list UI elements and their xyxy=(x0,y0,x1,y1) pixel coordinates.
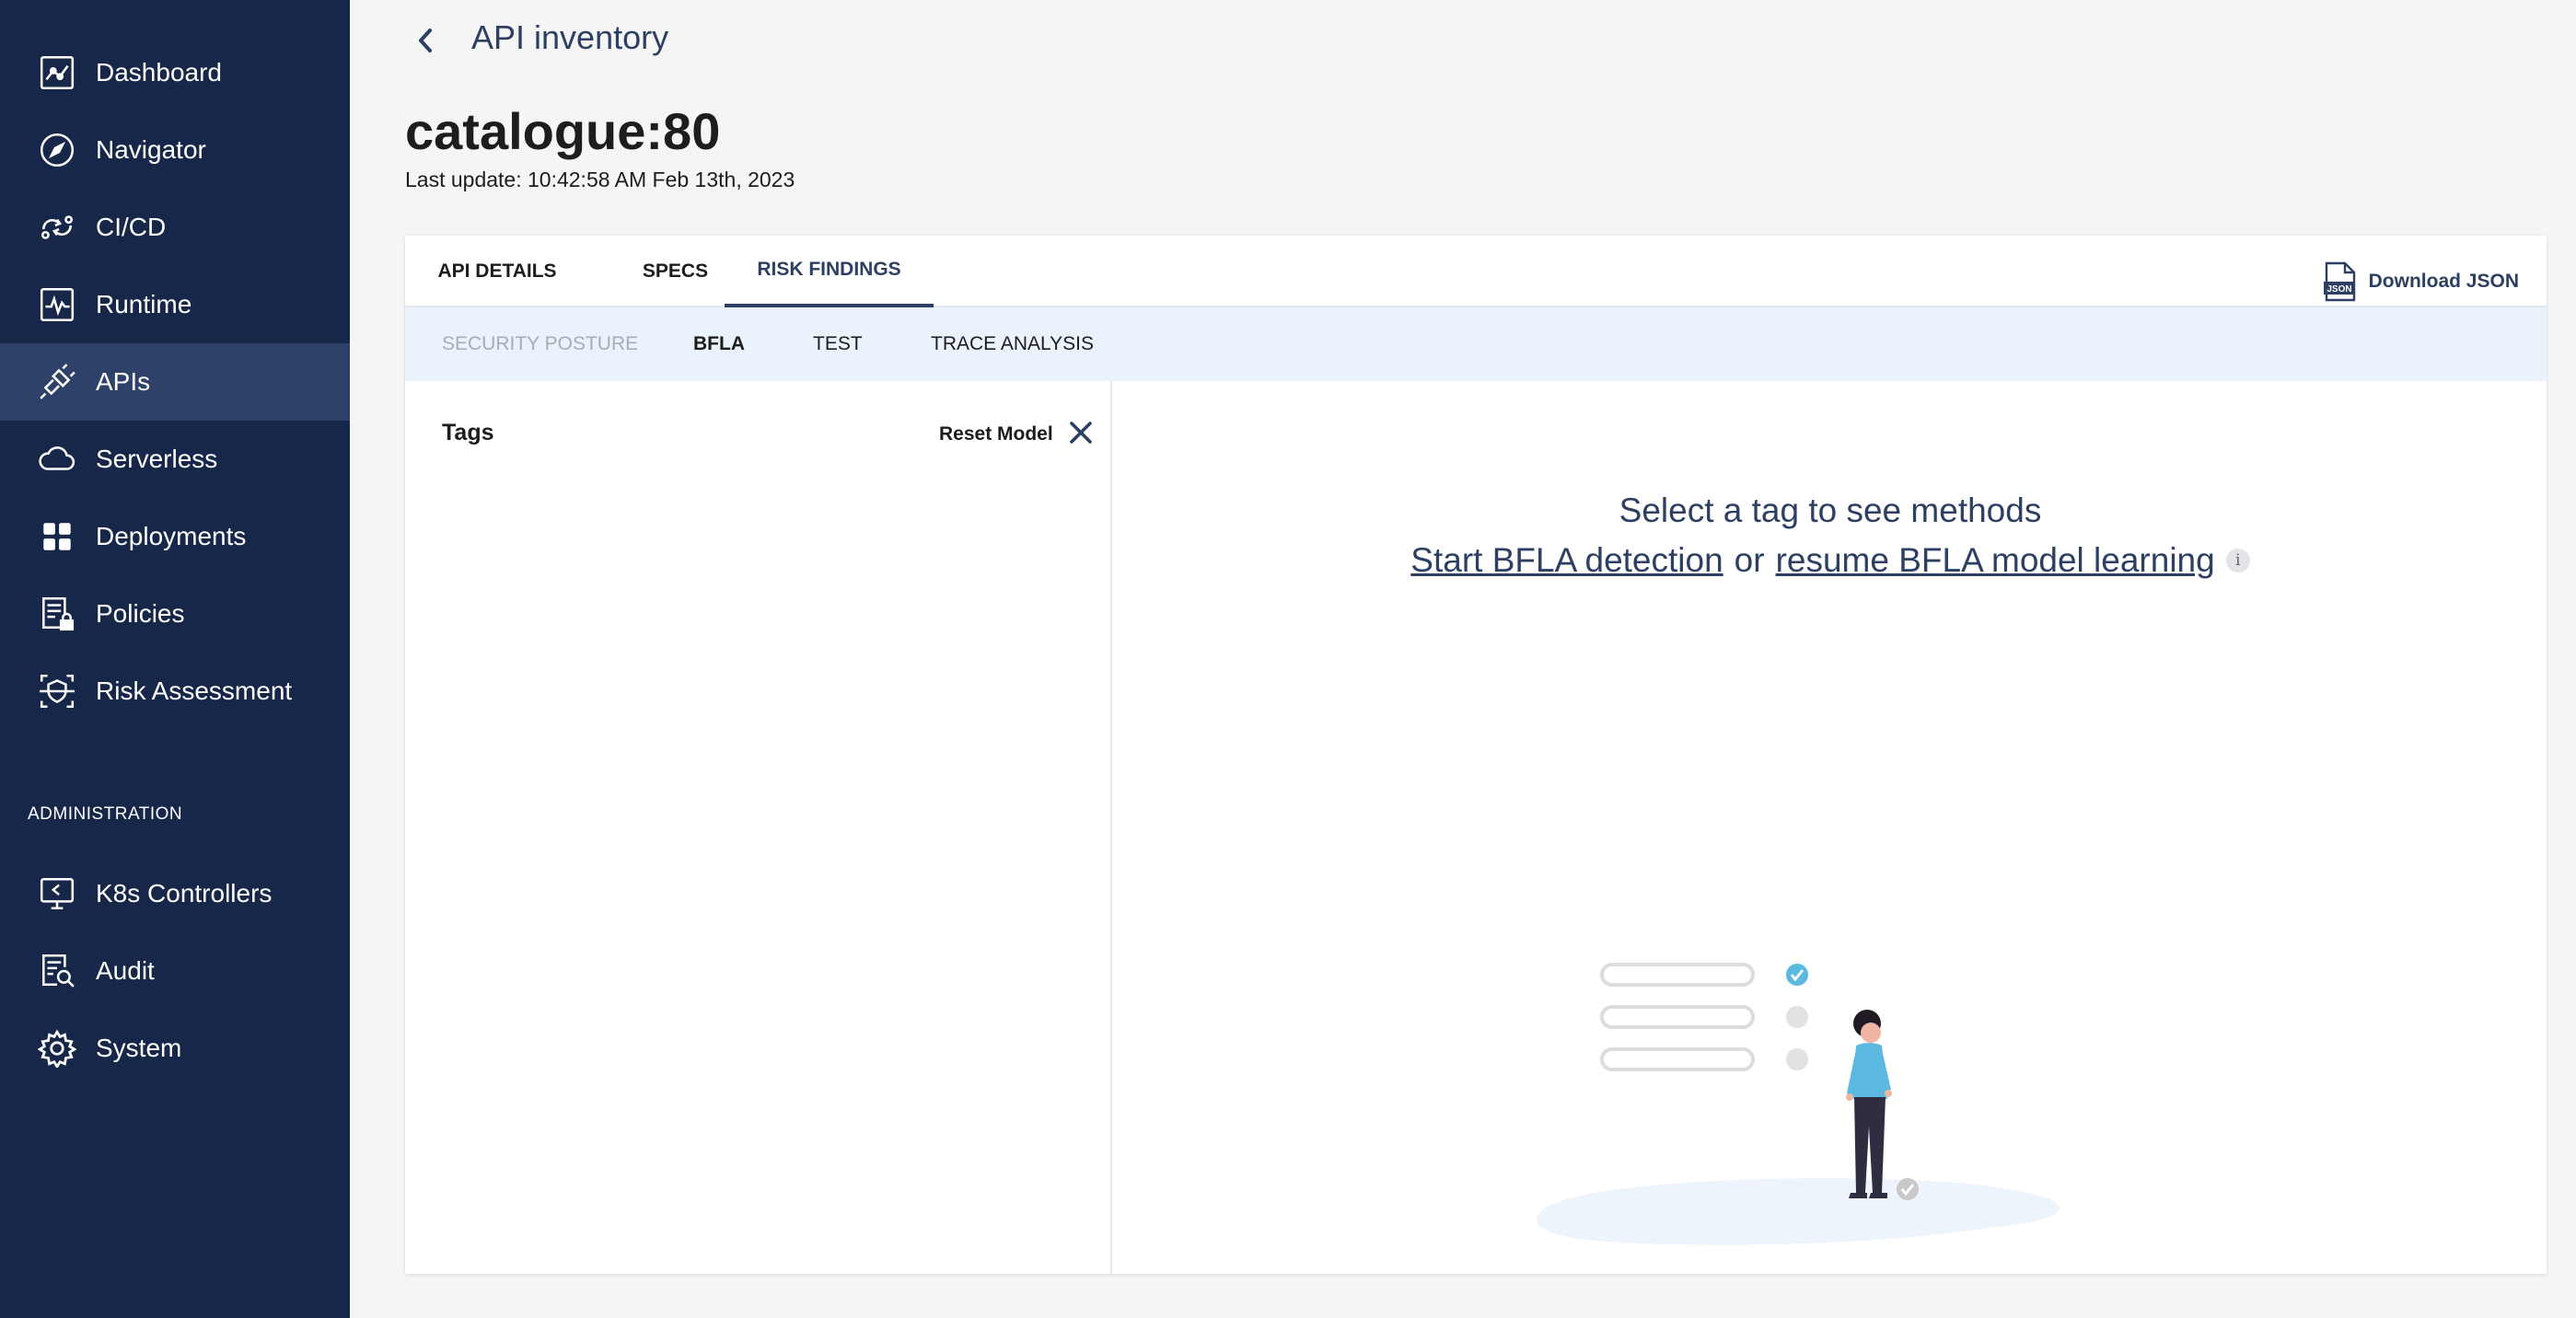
api-details-card: API DETAILS SPECS RISK FINDINGS JSON Dow… xyxy=(405,236,2547,1274)
sub-tab-bar: SECURITY POSTURE BFLA TEST TRACE ANALYSI… xyxy=(405,307,2547,381)
subtab-test[interactable]: TEST xyxy=(813,307,863,381)
methods-panel: Select a tag to see methods Start BFLA d… xyxy=(1114,381,2547,1274)
tab-risk-findings[interactable]: RISK FINDINGS xyxy=(725,236,934,307)
dashboard-icon xyxy=(35,51,79,95)
empty-state-illustration xyxy=(1537,963,2060,1245)
subtab-security-posture[interactable]: SECURITY POSTURE xyxy=(442,307,638,381)
sidebar-item-label: CI/CD xyxy=(96,213,167,241)
audit-search-icon xyxy=(35,949,79,993)
sidebar-item-apis[interactable]: APIs xyxy=(0,343,350,421)
list-line xyxy=(1600,1047,1755,1071)
close-icon[interactable] xyxy=(1066,418,1096,447)
person-figure xyxy=(1846,1010,1892,1198)
subtab-bfla[interactable]: BFLA xyxy=(693,307,745,381)
api-plug-icon xyxy=(35,360,79,404)
check-circle-icon xyxy=(1786,964,1808,986)
check-circle-icon xyxy=(1897,1178,1919,1200)
empty-state-title: Select a tag to see methods xyxy=(1619,491,2042,529)
shield-scan-icon xyxy=(35,669,79,713)
tags-title: Tags xyxy=(442,420,494,445)
monitor-icon xyxy=(35,872,79,916)
last-update-timestamp: Last update: 10:42:58 AM Feb 13th, 2023 xyxy=(405,168,795,191)
empty-state-actions: Start BFLA detection or resume BFLA mode… xyxy=(1114,541,2547,580)
page-title: catalogue:80 xyxy=(405,102,721,160)
floor-shadow xyxy=(1537,1178,2060,1245)
sidebar-item-label: Policies xyxy=(96,599,185,628)
sidebar-item-label: Runtime xyxy=(96,290,192,318)
list-dot xyxy=(1786,1006,1808,1028)
tags-panel: Tags Reset Model xyxy=(405,381,1112,1274)
sidebar-item-label: Navigator xyxy=(96,135,206,164)
download-json-label: Download JSON xyxy=(2368,271,2519,292)
sidebar-item-runtime[interactable]: Runtime xyxy=(0,266,350,343)
administration-section-label: ADMINISTRATION xyxy=(28,804,183,824)
or-text: or xyxy=(1734,541,1765,579)
start-bfla-detection-link[interactable]: Start BFLA detection xyxy=(1410,541,1723,580)
sidebar-item-navigator[interactable]: Navigator xyxy=(0,111,350,189)
tab-api-details[interactable]: API DETAILS xyxy=(405,236,589,307)
compass-icon xyxy=(35,128,79,172)
subtab-trace-analysis[interactable]: TRACE ANALYSIS xyxy=(931,307,1094,381)
sidebar-item-label: System xyxy=(96,1034,182,1062)
sidebar-item-k8s-controllers[interactable]: K8s Controllers xyxy=(0,855,350,932)
sidebar-item-deployments[interactable]: Deployments xyxy=(0,498,350,575)
sidebar-item-label: Serverless xyxy=(96,445,218,473)
info-icon[interactable]: i xyxy=(2225,549,2250,572)
reset-model-button[interactable]: Reset Model xyxy=(939,423,1053,445)
resume-bfla-learning-link[interactable]: resume BFLA model learning xyxy=(1776,541,2215,580)
sidebar-item-label: K8s Controllers xyxy=(96,879,273,908)
list-dot xyxy=(1786,1048,1808,1070)
list-line xyxy=(1600,963,1755,987)
tab-bar: API DETAILS SPECS RISK FINDINGS JSON Dow… xyxy=(405,236,2547,307)
json-file-icon: JSON xyxy=(2323,261,2355,302)
back-button[interactable] xyxy=(409,20,442,61)
sidebar-item-serverless[interactable]: Serverless xyxy=(0,421,350,498)
cloud-icon xyxy=(35,437,79,481)
sidebar-item-system[interactable]: System xyxy=(0,1010,350,1087)
json-icon-text: JSON xyxy=(2327,284,2351,295)
sidebar: Dashboard Navigator CI/CD Runtime APIs S… xyxy=(0,0,350,1318)
list-line xyxy=(1600,1005,1755,1029)
chevron-left-icon xyxy=(419,29,432,52)
sidebar-item-label: APIs xyxy=(96,367,151,396)
sidebar-item-label: Audit xyxy=(96,956,155,985)
sidebar-item-label: Risk Assessment xyxy=(96,676,293,705)
sidebar-item-dashboard[interactable]: Dashboard xyxy=(0,34,350,111)
grid-icon xyxy=(35,514,79,559)
policy-lock-icon xyxy=(35,592,79,636)
breadcrumb[interactable]: API inventory xyxy=(471,18,668,57)
sidebar-item-cicd[interactable]: CI/CD xyxy=(0,189,350,266)
sidebar-item-audit[interactable]: Audit xyxy=(0,932,350,1010)
sidebar-item-policies[interactable]: Policies xyxy=(0,575,350,653)
download-json-button[interactable]: JSON Download JSON xyxy=(2323,261,2519,302)
sidebar-item-label: Dashboard xyxy=(96,58,222,87)
sidebar-item-label: Deployments xyxy=(96,522,247,550)
sidebar-item-risk-assessment[interactable]: Risk Assessment xyxy=(0,653,350,730)
runtime-icon xyxy=(35,283,79,327)
gear-icon xyxy=(35,1026,79,1070)
cicd-icon xyxy=(35,205,79,249)
